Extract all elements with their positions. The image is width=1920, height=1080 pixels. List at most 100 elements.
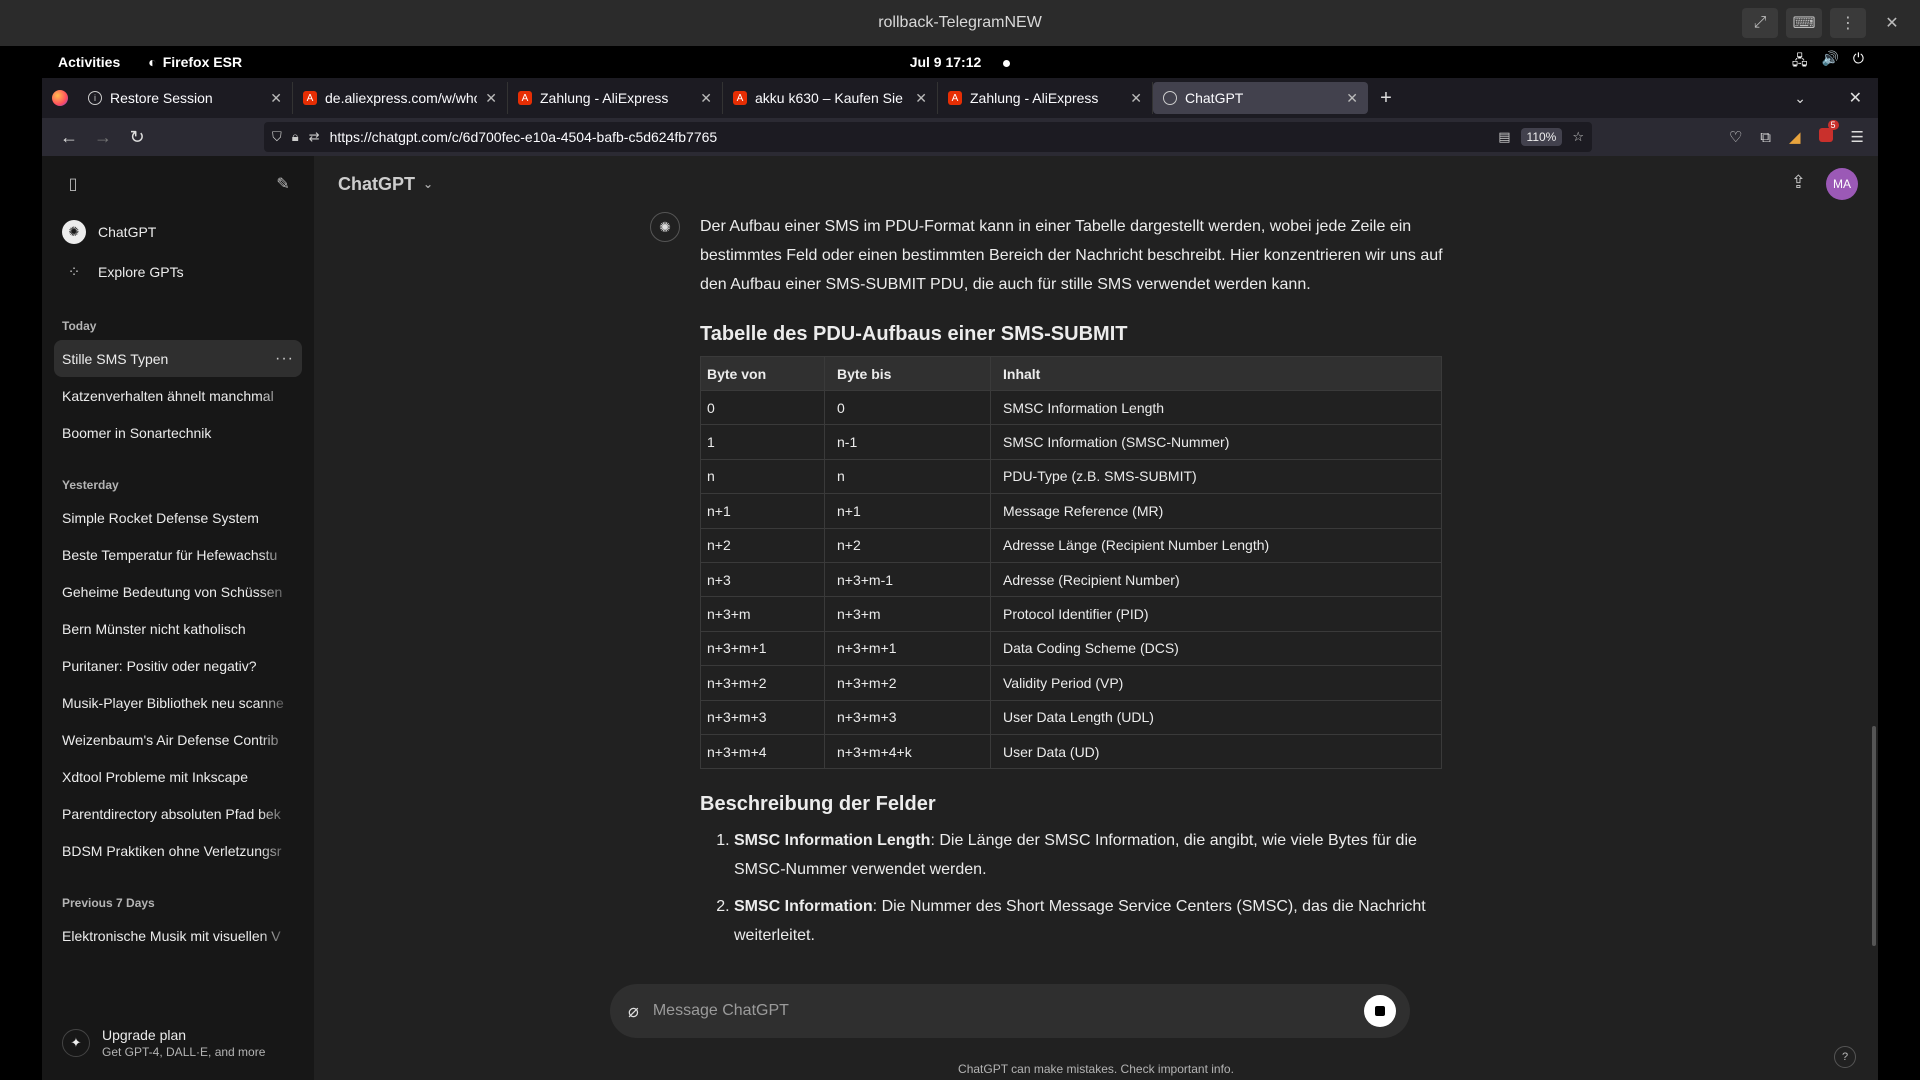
reload-icon[interactable]: ↻ (120, 127, 154, 148)
back-arrow-icon[interactable]: ← (52, 127, 86, 148)
permissions-icon[interactable]: ⇄ (309, 129, 320, 145)
history-item-label: Beste Temperatur für Hefewachstu (62, 546, 278, 563)
activities-button[interactable]: Activities (58, 54, 120, 70)
history-item[interactable]: Boomer in Sonartechnik (54, 414, 302, 451)
app-menu[interactable]: ◐ Firefox ESR (148, 54, 242, 70)
tab-aliexpress-search[interactable]: A de.aliexpress.com/w/who ✕ (293, 82, 508, 114)
tab-strip: i Restore Session ✕ A de.aliexpress.com/… (42, 78, 1878, 118)
upgrade-title: Upgrade plan (102, 1027, 187, 1043)
url-bar[interactable]: ⛉ 🔒︎ ⇄ https://chatgpt.com/c/6d700fec-e1… (264, 122, 1592, 152)
table-cell: n+1 (700, 493, 825, 529)
toggle-sidebar-icon[interactable]: ▯ (62, 173, 84, 195)
table-row: n+3+m n+3+m Protocol Identifier (PID) (700, 596, 1442, 632)
table-row: n+3 n+3+m-1 Adresse (Recipient Number) (700, 561, 1442, 598)
history-item[interactable]: Puritaner: Positiv oder negativ? (54, 647, 302, 684)
tab-zahlung-2[interactable]: A Zahlung - AliExpress ✕ (938, 82, 1153, 114)
section-heading: Previous 7 Days (62, 896, 155, 910)
history-item[interactable]: BDSM Praktiken ohne Verletzungsr (54, 832, 302, 869)
list-item: SMSC Information: Die Nummer des Short M… (734, 892, 1460, 950)
table-row: n+1 n+1 Message Reference (MR) (700, 493, 1442, 529)
help-button[interactable]: ? (1834, 1046, 1856, 1068)
sidebar-item-chatgpt[interactable]: ✺ ChatGPT (54, 212, 302, 252)
info-icon: i (88, 91, 102, 105)
history-item[interactable]: Elektronische Musik mit visuellen V (54, 917, 302, 954)
history-item[interactable]: Parentdirectory absoluten Pfad bek (54, 795, 302, 832)
share-icon[interactable]: ⇪ (1791, 172, 1806, 193)
intro-paragraph: Der Aufbau einer SMS im PDU-Format kann … (700, 218, 1443, 293)
history-item[interactable]: Simple Rocket Defense System (54, 499, 302, 536)
sidebar-item-explore-gpts[interactable]: ⁘ Explore GPTs (54, 252, 302, 292)
table-cell: n+3+m (700, 596, 825, 632)
message-input[interactable] (652, 1002, 1350, 1020)
table-cell: n (700, 458, 825, 495)
tab-close-icon[interactable]: ✕ (700, 90, 712, 107)
forward-arrow-icon[interactable]: → (86, 127, 120, 148)
upgrade-plan-button[interactable]: ✦ Upgrade plan Get GPT-4, DALL·E, and mo… (54, 1016, 302, 1070)
tab-restore-session[interactable]: i Restore Session ✕ (78, 82, 293, 114)
keyboard-icon[interactable]: ⌨ (1786, 8, 1822, 38)
url-text[interactable]: https://chatgpt.com/c/6d700fec-e10a-4504… (330, 129, 1489, 145)
reader-view-icon[interactable]: ▤ (1498, 129, 1510, 145)
history-item[interactable]: Geheime Bedeutung von Schüssen (54, 573, 302, 610)
window-close-icon[interactable]: ✕ (1849, 88, 1862, 108)
tab-close-icon[interactable]: ✕ (915, 90, 927, 107)
table-cell: n+3+m (824, 596, 991, 632)
scrollbar[interactable] (1872, 726, 1876, 946)
paperclip-icon[interactable]: ⌀ (628, 1001, 639, 1022)
tab-close-icon[interactable]: ✕ (1346, 90, 1358, 107)
history-section-previous-7-days: Previous 7 Days Elektronische Musik mit … (42, 889, 314, 954)
tab-label: Restore Session (110, 90, 213, 106)
column-header: Inhalt (990, 356, 1442, 391)
ublock-extension[interactable]: 5 (1818, 120, 1839, 146)
history-item[interactable]: Xdtool Probleme mit Inkscape (54, 758, 302, 795)
pocket-icon[interactable]: ♡ (1729, 128, 1742, 146)
tab-list-chevron-down-icon[interactable]: ⌄ (1794, 90, 1806, 107)
power-icon[interactable]: ⏻ (1853, 50, 1864, 74)
lock-icon[interactable]: 🔒︎ (292, 129, 299, 145)
stop-generating-button[interactable] (1364, 995, 1396, 1027)
new-chat-pencil-icon[interactable]: ✎ (272, 173, 294, 195)
zoom-level[interactable]: 110% (1520, 128, 1563, 146)
history-item[interactable]: Katzenverhalten ähnelt manchmal (54, 377, 302, 414)
table-cell: n+3+m+2 (700, 665, 825, 701)
history-item[interactable]: Beste Temperatur für Hefewachstu (54, 536, 302, 573)
firefox-view-button[interactable] (42, 90, 78, 106)
tab-chatgpt[interactable]: ChatGPT ✕ (1153, 82, 1368, 114)
table-cell: n+3+m+3 (824, 699, 991, 735)
clock[interactable]: Jul 9 17:12 (42, 54, 1878, 70)
network-icon[interactable]: 🖧 (1792, 50, 1808, 74)
tab-close-icon[interactable]: ✕ (1130, 90, 1142, 107)
shield-icon[interactable]: ⛉ (272, 129, 282, 145)
avatar[interactable]: MA (1826, 168, 1858, 200)
table-cell: n+3+m+4 (700, 733, 825, 770)
history-item[interactable]: Bern Münster nicht katholisch (54, 610, 302, 647)
remote-screen: Activities ◐ Firefox ESR Jul 9 17:12 🖧 🔊… (42, 46, 1878, 1080)
field-term: SMSC Information (734, 898, 873, 916)
tab-akku-k630[interactable]: A akku k630 – Kaufen Sie al ✕ (723, 82, 938, 114)
table-cell: User Data (UD) (990, 733, 1442, 770)
hamburger-menu-icon[interactable]: ☰ (1851, 128, 1864, 146)
more-options-icon[interactable]: ··· (275, 350, 294, 368)
tab-close-icon[interactable]: ✕ (485, 90, 497, 107)
history-item[interactable]: Weizenbaum's Air Defense Contrib (54, 721, 302, 758)
extension-color-icon[interactable]: ◢ (1789, 128, 1801, 146)
kebab-menu-icon[interactable]: ⋮ (1830, 8, 1866, 38)
history-item-label: Puritaner: Positiv oder negativ? (62, 657, 257, 674)
model-name: ChatGPT (338, 173, 416, 194)
tab-zahlung-1[interactable]: A Zahlung - AliExpress ✕ (508, 82, 723, 114)
table-row: 0 0 SMSC Information Length (700, 389, 1442, 426)
aliexpress-icon: A (518, 91, 532, 105)
tab-close-icon[interactable]: ✕ (270, 90, 282, 107)
bookmark-star-icon[interactable]: ☆ (1572, 129, 1584, 145)
history-item[interactable]: Stille SMS Typen ··· (54, 340, 302, 377)
history-item[interactable]: Musik-Player Bibliothek neu scanne (54, 684, 302, 721)
history-item-label: Stille SMS Typen (62, 350, 169, 367)
model-selector[interactable]: ChatGPT ⌄ (338, 174, 433, 195)
table-cell: Protocol Identifier (PID) (990, 596, 1442, 632)
extensions-icon[interactable]: ⧉ (1760, 129, 1771, 146)
fullscreen-icon[interactable]: ⤢ (1742, 8, 1778, 38)
section-heading: Yesterday (62, 478, 119, 492)
close-icon[interactable]: ✕ (1874, 8, 1910, 38)
new-tab-button[interactable]: + (1368, 87, 1404, 110)
volume-icon[interactable]: 🔊 (1821, 50, 1838, 74)
